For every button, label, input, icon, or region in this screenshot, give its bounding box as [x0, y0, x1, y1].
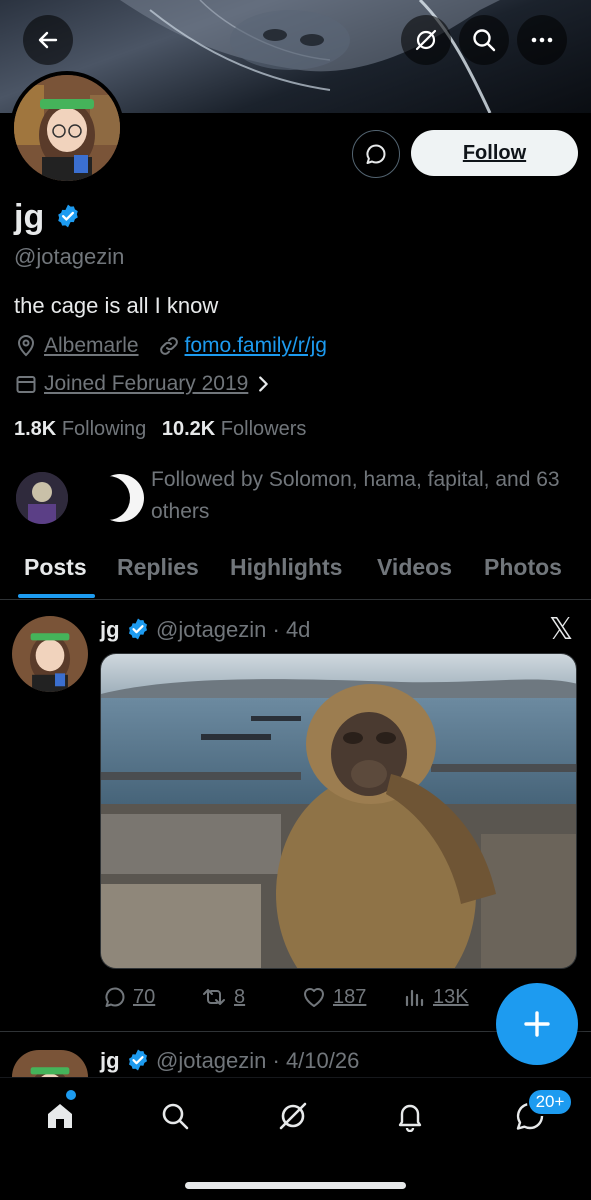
tab-posts[interactable]: Posts [24, 554, 87, 581]
like-action[interactable]: 187 [301, 985, 366, 1009]
following-stat[interactable]: 1.8K Following [14, 418, 146, 440]
grok-icon [415, 29, 437, 51]
followers-stat[interactable]: 10.2K Followers [162, 418, 307, 440]
link-icon [159, 337, 178, 355]
post-avatar[interactable] [12, 616, 88, 692]
plus-icon [524, 1011, 550, 1037]
reply-count: 70 [133, 985, 156, 1008]
followed-by-text[interactable]: Followed by Solomon, hama, fapital, and … [151, 464, 571, 528]
more-button[interactable] [517, 15, 567, 65]
post-image[interactable] [100, 653, 577, 969]
profile-location[interactable]: Albemarle [44, 334, 139, 358]
grok-icon [279, 1102, 307, 1130]
repost-action[interactable]: 8 [200, 985, 245, 1009]
compose-button[interactable] [496, 983, 578, 1065]
post-author-name[interactable]: jg [100, 1048, 120, 1074]
tab-videos[interactable]: Videos [377, 554, 452, 581]
post-avatar[interactable] [12, 1050, 88, 1077]
search-icon [473, 29, 496, 52]
verified-badge-icon [129, 1049, 147, 1071]
profile-bio: the cage is all I know [14, 293, 219, 318]
profile-joined[interactable]: Joined February 2019 [44, 372, 248, 396]
post-meta: @jotagezin · 4d [156, 617, 311, 642]
tab-highlights[interactable]: Highlights [230, 554, 342, 581]
nav-grok[interactable] [273, 1096, 313, 1136]
profile-joined-row[interactable]: Joined February 2019 [14, 372, 274, 396]
tab-replies[interactable]: Replies [117, 554, 199, 581]
profile-avatar[interactable] [10, 71, 124, 185]
followers-count: 10.2K [161, 418, 216, 440]
views-icon [405, 989, 424, 1007]
nav-home[interactable] [40, 1096, 80, 1136]
repost-icon [203, 989, 225, 1005]
location-pin-icon [17, 335, 35, 357]
chat-badge: 20+ [527, 1088, 573, 1116]
profile-handle: @jotagezin [14, 244, 125, 269]
profile-stats: 1.8K Following 10.2K Followers [14, 418, 306, 441]
home-indicator [185, 1182, 406, 1189]
heart-icon [304, 988, 324, 1007]
profile-name: jg [14, 198, 45, 236]
nav-search[interactable] [155, 1096, 195, 1136]
follower-avatar[interactable] [94, 472, 146, 524]
message-button[interactable] [352, 130, 400, 178]
calendar-icon [16, 376, 36, 393]
following-label: Following [61, 418, 147, 440]
message-icon [366, 144, 386, 164]
back-button[interactable] [23, 15, 73, 65]
post-author-name[interactable]: jg [100, 617, 120, 643]
search-icon [162, 1103, 189, 1130]
arrow-left-icon [38, 31, 58, 49]
verified-badge-icon [129, 618, 147, 640]
search-button[interactable] [459, 15, 509, 65]
follower-avatar[interactable] [16, 472, 68, 524]
x-logo-icon[interactable]: 𝕏 [549, 612, 573, 647]
follow-button[interactable]: Follow [411, 130, 578, 176]
home-notification-dot [66, 1090, 76, 1100]
profile-meta-row: Albemarle fomo.family/r/jg [14, 334, 327, 358]
following-count: 1.8K [14, 418, 57, 440]
verified-badge-icon [58, 204, 78, 228]
repost-count: 8 [234, 985, 246, 1008]
like-count: 187 [333, 985, 367, 1008]
bell-icon [398, 1104, 422, 1132]
grok-button[interactable] [401, 15, 451, 65]
tab-photos[interactable]: Photos [484, 554, 562, 581]
post-meta: @jotagezin · 4/10/26 [156, 1048, 360, 1073]
nav-notifications[interactable] [390, 1096, 430, 1136]
profile-website-link[interactable]: fomo.family/r/jg [185, 334, 327, 358]
followers-label: Followers [220, 418, 307, 440]
home-icon [48, 1104, 72, 1128]
profile-tabs: Posts Replies Highlights Videos Photos [0, 548, 591, 600]
reply-action[interactable]: 70 [103, 985, 155, 1009]
chevron-right-icon [259, 376, 269, 392]
views-count: 13K [433, 985, 469, 1008]
reply-icon [105, 987, 125, 1007]
views-action[interactable]: 13K [403, 985, 469, 1009]
more-icon [531, 37, 553, 43]
active-tab-indicator [18, 594, 95, 598]
